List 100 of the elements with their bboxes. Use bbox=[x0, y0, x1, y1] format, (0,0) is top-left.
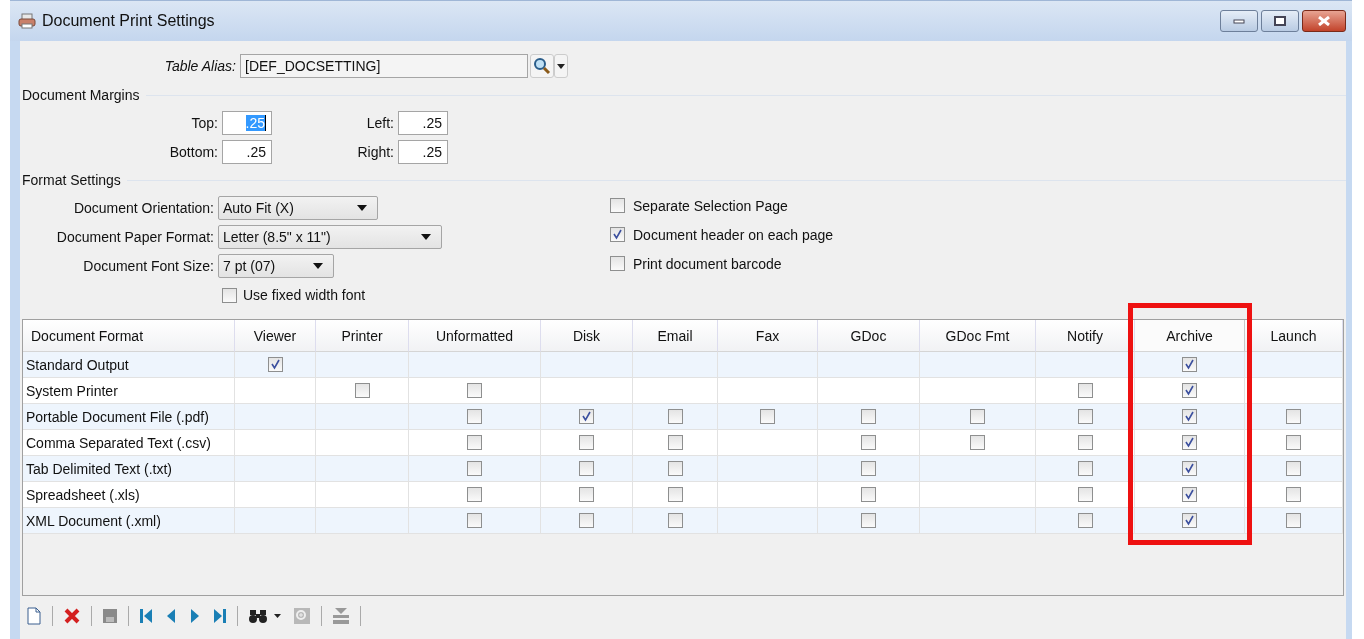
checkbox[interactable] bbox=[1077, 487, 1093, 502]
checkbox[interactable] bbox=[1286, 487, 1301, 502]
checkbox[interactable] bbox=[1286, 409, 1301, 424]
checkbox[interactable] bbox=[579, 487, 594, 502]
checkbox[interactable] bbox=[1077, 435, 1093, 450]
dropdown[interactable]: 7 pt (07) bbox=[218, 254, 334, 278]
checkbox[interactable] bbox=[861, 487, 876, 502]
table-alias-field[interactable]: [DEF_DOCSETTING] bbox=[240, 54, 528, 78]
column-header[interactable]: GDoc bbox=[818, 320, 920, 352]
search-icon bbox=[533, 57, 551, 75]
find-dropdown-button[interactable] bbox=[272, 614, 283, 618]
checkbox[interactable] bbox=[1286, 513, 1301, 528]
lookup-button[interactable] bbox=[530, 54, 554, 78]
checkbox[interactable] bbox=[760, 409, 775, 424]
dropdown[interactable]: Auto Fit (X) bbox=[218, 196, 378, 220]
column-header[interactable]: Archive bbox=[1135, 320, 1245, 352]
checkbox[interactable] bbox=[467, 409, 482, 424]
margin-label: Left: bbox=[365, 115, 394, 131]
last-record-icon bbox=[213, 608, 227, 624]
dropdown[interactable]: Letter (8.5" x 11") bbox=[218, 225, 442, 249]
checkbox[interactable] bbox=[667, 513, 683, 528]
margin-label: Right: bbox=[356, 144, 394, 160]
column-header[interactable]: Document Format bbox=[23, 320, 235, 352]
checkbox[interactable] bbox=[1077, 409, 1093, 424]
dropdown-label: Document Paper Format: bbox=[55, 229, 215, 245]
binoculars-icon bbox=[248, 608, 268, 624]
checkbox[interactable] bbox=[1182, 435, 1197, 450]
checkbox[interactable] bbox=[861, 435, 876, 450]
table-cell: Portable Document File (.pdf) bbox=[23, 404, 235, 430]
checkbox-label: Separate Selection Page bbox=[633, 197, 788, 214]
margin-field[interactable]: .25 bbox=[222, 140, 272, 164]
column-header[interactable]: Viewer bbox=[235, 320, 316, 352]
column-header[interactable]: Email bbox=[633, 320, 718, 352]
caret-icon bbox=[421, 234, 431, 240]
checkbox[interactable] bbox=[1077, 461, 1093, 476]
checkbox[interactable] bbox=[354, 383, 370, 398]
tray-icon bbox=[332, 607, 350, 625]
checkbox[interactable] bbox=[610, 256, 625, 271]
checkbox[interactable] bbox=[267, 357, 283, 372]
checkbox[interactable] bbox=[467, 435, 482, 450]
checkbox[interactable] bbox=[222, 287, 237, 303]
column-header[interactable]: Launch bbox=[1245, 320, 1343, 352]
checkbox[interactable] bbox=[467, 461, 482, 476]
caret-icon bbox=[274, 614, 281, 618]
checkbox[interactable] bbox=[1077, 383, 1093, 398]
checkbox[interactable] bbox=[1182, 513, 1197, 528]
checkbox-label: Use fixed width font bbox=[243, 287, 366, 303]
column-header[interactable]: Unformatted bbox=[409, 320, 541, 352]
checkbox[interactable] bbox=[579, 461, 594, 476]
dropdown-label: Document Orientation: bbox=[72, 200, 215, 216]
column-header[interactable]: GDoc Fmt bbox=[920, 320, 1036, 352]
checkbox[interactable] bbox=[467, 383, 482, 398]
checkbox[interactable] bbox=[1182, 487, 1197, 502]
dropdown-label: Document Font Size: bbox=[82, 258, 215, 274]
checkbox[interactable] bbox=[861, 513, 876, 528]
checkbox[interactable] bbox=[1182, 357, 1197, 372]
column-header[interactable]: Disk bbox=[541, 320, 633, 352]
checkbox[interactable] bbox=[1182, 461, 1197, 476]
checkbox[interactable] bbox=[667, 487, 683, 502]
checkbox[interactable] bbox=[667, 409, 683, 424]
table-cell: XML Document (.xml) bbox=[23, 508, 235, 534]
checkbox[interactable] bbox=[667, 435, 683, 450]
checkbox[interactable] bbox=[1286, 435, 1301, 450]
dropdown-button[interactable] bbox=[554, 54, 568, 78]
checkbox[interactable] bbox=[667, 461, 683, 476]
checkbox[interactable] bbox=[467, 513, 482, 528]
column-header[interactable]: Printer bbox=[316, 320, 409, 352]
close-button[interactable] bbox=[1302, 10, 1346, 32]
checkbox[interactable] bbox=[610, 227, 625, 242]
checkbox[interactable] bbox=[467, 487, 482, 502]
margin-field[interactable]: .25 bbox=[398, 140, 448, 164]
checkbox[interactable] bbox=[861, 461, 876, 476]
checkbox[interactable] bbox=[861, 409, 876, 424]
export-button[interactable] bbox=[330, 607, 352, 625]
checkbox[interactable] bbox=[1182, 409, 1197, 424]
first-button[interactable] bbox=[137, 608, 155, 624]
checkbox[interactable] bbox=[970, 435, 985, 450]
checkbox-label: Print document barcode bbox=[633, 255, 782, 272]
save-button[interactable] bbox=[100, 608, 120, 624]
checkbox[interactable] bbox=[579, 435, 594, 450]
column-header[interactable]: Fax bbox=[718, 320, 818, 352]
checkbox[interactable] bbox=[610, 198, 625, 213]
last-button[interactable] bbox=[211, 608, 229, 624]
first-record-icon bbox=[139, 608, 153, 624]
checkbox[interactable] bbox=[1182, 383, 1197, 398]
new-button[interactable] bbox=[24, 607, 44, 625]
table-cell: Comma Separated Text (.csv) bbox=[23, 430, 235, 456]
checkbox[interactable] bbox=[1286, 461, 1301, 476]
checkbox[interactable] bbox=[579, 409, 594, 424]
column-header[interactable]: Notify bbox=[1036, 320, 1135, 352]
table-cell: System Printer bbox=[23, 378, 235, 404]
checkbox-label: Document header on each page bbox=[633, 226, 834, 243]
checkbox[interactable] bbox=[1077, 513, 1093, 528]
checkbox[interactable] bbox=[579, 513, 594, 528]
find-button[interactable] bbox=[246, 608, 270, 624]
margin-field[interactable]: .25 bbox=[398, 111, 448, 135]
maximize-button[interactable] bbox=[1261, 10, 1299, 32]
margin-label: Bottom: bbox=[168, 144, 218, 160]
checkbox[interactable] bbox=[970, 409, 985, 424]
section-title: Document Margins bbox=[21, 87, 141, 103]
